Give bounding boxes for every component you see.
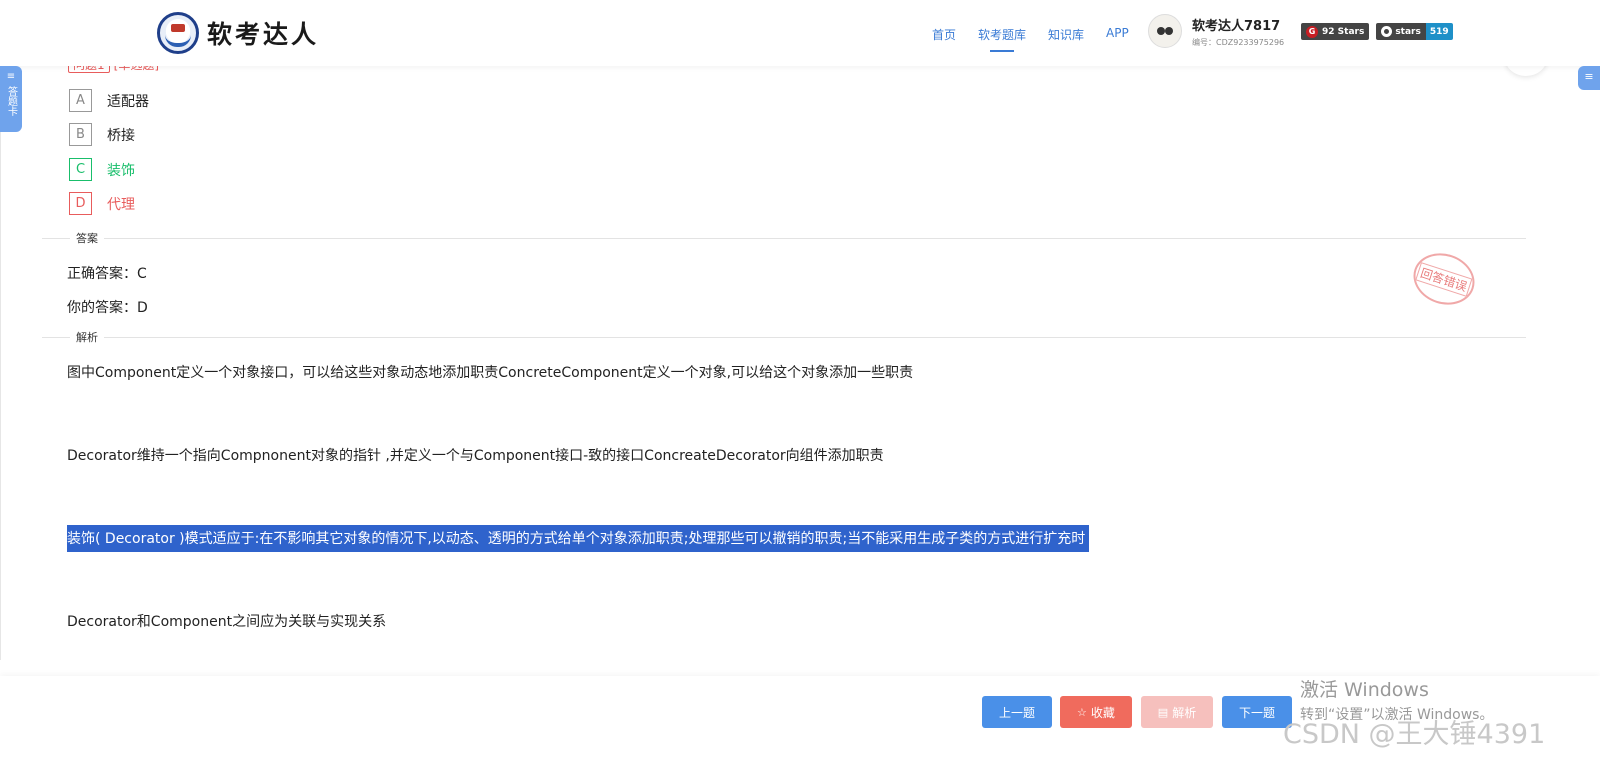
main-nav: 首页 软考题库 知识库 APP: [932, 26, 1151, 52]
analysis-paragraph: Decorator维持一个指向Compnonent对象的指针 ,并定义一个与Co…: [67, 448, 884, 464]
github-icon: [1381, 26, 1393, 37]
option-a[interactable]: A 适配器: [69, 89, 149, 112]
site-logo[interactable]: 软考达人: [157, 12, 319, 54]
correct-answer: 正确答案：C: [67, 266, 147, 282]
answer-divider: [42, 238, 1526, 239]
right-menu-tab[interactable]: ≡: [1578, 66, 1600, 90]
wrong-answer-stamp: 回答错误: [1406, 245, 1482, 313]
analysis-paragraph: Decorator和Component之间应为关联与实现关系: [67, 614, 387, 630]
analysis-section-label: 解析: [70, 329, 104, 345]
answer-section-label: 答案: [70, 230, 104, 246]
analysis-paragraph: 图中Component定义一个对象接口，可以给这些对象动态地添加职责Concre…: [67, 365, 914, 381]
avatar[interactable]: [1148, 14, 1182, 48]
nav-question-bank[interactable]: 软考题库: [978, 26, 1026, 52]
nav-knowledge-base[interactable]: 知识库: [1048, 26, 1084, 43]
favorite-button[interactable]: ☆ 收藏: [1060, 696, 1132, 728]
gitee-stars-badge[interactable]: G 92 Stars: [1301, 23, 1370, 40]
logo-emblem-icon: [157, 12, 199, 54]
option-b[interactable]: B 桥接: [69, 123, 135, 146]
user-profile[interactable]: 软考达人7817 编号：CDZ9233975296: [1148, 14, 1284, 48]
analysis-paragraph-selected: 装饰( Decorator )模式适应于:在不影响其它对象的情况下,以动态、透明…: [67, 525, 1090, 552]
analysis-divider: [42, 337, 1526, 338]
analysis-button[interactable]: ▤ 解析: [1141, 696, 1213, 728]
user-name: 软考达人7817: [1192, 18, 1281, 34]
document-icon: ▤: [1157, 705, 1169, 719]
nav-app[interactable]: APP: [1106, 26, 1129, 43]
option-c[interactable]: C 装饰: [69, 158, 135, 181]
your-answer: 你的答案：D: [67, 300, 148, 316]
github-stars-badge[interactable]: stars 519: [1376, 23, 1453, 40]
user-id: 编号：CDZ9233975296: [1192, 37, 1285, 47]
menu-icon: ≡: [6, 71, 16, 82]
prev-question-button[interactable]: 上一题: [982, 696, 1052, 728]
nav-home[interactable]: 首页: [932, 26, 956, 43]
option-d[interactable]: D 代理: [69, 192, 135, 215]
repo-badges: G 92 Stars stars 519: [1301, 23, 1460, 40]
user-info: 软考达人7817 编号：CDZ9233975296: [1192, 15, 1284, 48]
answer-card-tab[interactable]: ≡ 答题卡: [0, 66, 22, 132]
logo-text: 软考达人: [207, 20, 320, 49]
top-header: 软考达人 首页 软考题库 知识库 APP 软考达人7817 编号：CDZ9233…: [0, 0, 1600, 66]
content-border: [0, 66, 1, 660]
next-question-button[interactable]: 下一题: [1222, 696, 1292, 728]
gitee-icon: G: [1306, 25, 1318, 38]
csdn-watermark: CSDN @王大锤4391: [1283, 719, 1546, 750]
star-icon: ☆: [1077, 705, 1087, 719]
menu-icon: ≡: [1584, 70, 1594, 83]
